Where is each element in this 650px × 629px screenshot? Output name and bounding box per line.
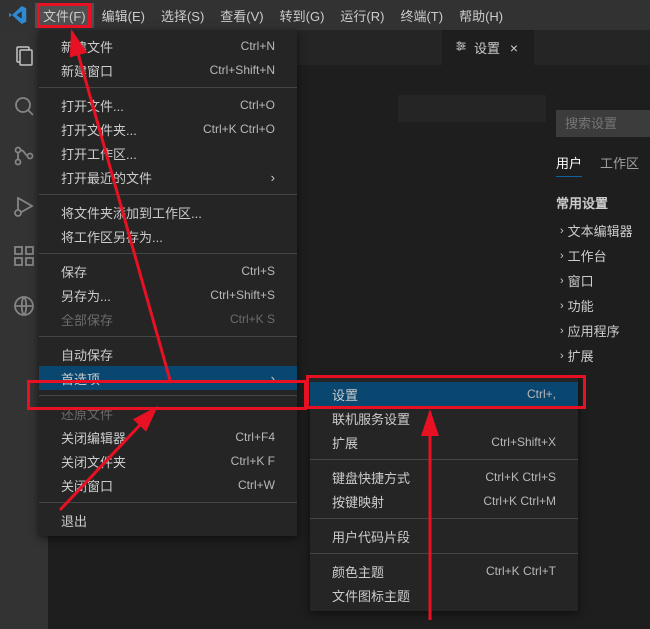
chevron-right-icon: › [560, 325, 564, 337]
chevron-right-icon: › [271, 371, 275, 386]
chevron-right-icon: › [560, 250, 564, 262]
menu-settings[interactable]: 设置Ctrl+, [310, 382, 578, 406]
tab-settings[interactable]: 设置 × [442, 30, 534, 65]
menu-file[interactable]: 文件(F) [35, 3, 94, 28]
menu-add-folder[interactable]: 将文件夹添加到工作区... [39, 200, 297, 224]
scope-tabs: 用户 工作区 [556, 153, 650, 177]
menu-save-workspace[interactable]: 将工作区另存为... [39, 224, 297, 248]
menu-open-workspace[interactable]: 打开工作区... [39, 141, 297, 165]
menu-open-folder[interactable]: 打开文件夹...Ctrl+K Ctrl+O [39, 117, 297, 141]
preferences-dropdown: 设置Ctrl+, 联机服务设置 扩展Ctrl+Shift+X 键盘快捷方式Ctr… [310, 378, 578, 611]
menu-open-recent[interactable]: 打开最近的文件› [39, 165, 297, 189]
menu-view[interactable]: 查看(V) [212, 3, 271, 28]
tree-item-workbench[interactable]: › 工作台 [556, 243, 650, 268]
menu-save-as[interactable]: 另存为...Ctrl+Shift+S [39, 283, 297, 307]
menu-edit[interactable]: 编辑(E) [94, 3, 153, 28]
scope-workspace[interactable]: 工作区 [600, 153, 639, 177]
menu-color-theme[interactable]: 颜色主题Ctrl+K Ctrl+T [310, 559, 578, 583]
chevron-right-icon: › [560, 225, 564, 237]
tree-label: 工作台 [568, 246, 607, 265]
vscode-icon [0, 6, 35, 24]
menu-run[interactable]: 运行(R) [332, 3, 392, 28]
menu-new-file[interactable]: 新建文件Ctrl+N [39, 34, 297, 58]
tree-item-features[interactable]: › 功能 [556, 293, 650, 318]
tree-head[interactable]: 常用设置 [556, 193, 650, 212]
menu-exit[interactable]: 退出 [39, 508, 297, 532]
menu-keyboard-shortcuts[interactable]: 键盘快捷方式Ctrl+K Ctrl+S [310, 465, 578, 489]
close-icon[interactable]: × [506, 40, 522, 56]
menu-close-editor[interactable]: 关闭编辑器Ctrl+F4 [39, 425, 297, 449]
settings-tree: 常用设置 › 文本编辑器 › 工作台 › 窗口 › 功能 › 应用程序 › 扩展 [556, 193, 650, 368]
menu-preferences[interactable]: 首选项› [39, 366, 297, 390]
menu-open-file[interactable]: 打开文件...Ctrl+O [39, 93, 297, 117]
tree-label: 窗口 [568, 271, 594, 290]
tree-item-application[interactable]: › 应用程序 [556, 318, 650, 343]
chevron-right-icon: › [560, 275, 564, 287]
search-input[interactable] [556, 110, 650, 137]
titlebar: 文件(F) 编辑(E) 选择(S) 查看(V) 转到(G) 运行(R) 终端(T… [0, 0, 650, 30]
settings-tab-icon [454, 39, 468, 56]
menu-close-folder[interactable]: 关闭文件夹Ctrl+K F [39, 449, 297, 473]
breadcrumb-strip [398, 95, 546, 122]
menu-go[interactable]: 转到(G) [272, 3, 333, 28]
menubar: 文件(F) 编辑(E) 选择(S) 查看(V) 转到(G) 运行(R) 终端(T… [35, 3, 511, 28]
menu-auto-save[interactable]: 自动保存 [39, 342, 297, 366]
chevron-right-icon: › [271, 170, 275, 185]
tree-item-text-editor[interactable]: › 文本编辑器 [556, 218, 650, 243]
tree-label: 功能 [568, 296, 594, 315]
file-dropdown: 新建文件Ctrl+N 新建窗口Ctrl+Shift+N 打开文件...Ctrl+… [39, 30, 297, 536]
menu-icon-theme[interactable]: 文件图标主题 [310, 583, 578, 607]
menu-terminal[interactable]: 终端(T) [392, 3, 451, 28]
menu-select[interactable]: 选择(S) [153, 3, 212, 28]
menu-extensions[interactable]: 扩展Ctrl+Shift+X [310, 430, 578, 454]
tree-label: 文本编辑器 [568, 221, 633, 240]
scope-user[interactable]: 用户 [556, 153, 582, 177]
menu-revert: 还原文件 [39, 401, 297, 425]
menu-keymap[interactable]: 按键映射Ctrl+K Ctrl+M [310, 489, 578, 513]
tab-label: 设置 [474, 38, 500, 57]
menu-save-all: 全部保存Ctrl+K S [39, 307, 297, 331]
menu-save[interactable]: 保存Ctrl+S [39, 259, 297, 283]
tree-item-window[interactable]: › 窗口 [556, 268, 650, 293]
tree-item-extensions[interactable]: › 扩展 [556, 343, 650, 368]
chevron-right-icon: › [560, 350, 564, 362]
menu-new-window[interactable]: 新建窗口Ctrl+Shift+N [39, 58, 297, 82]
tree-label: 扩展 [568, 346, 594, 365]
settings-panel: 用户 工作区 常用设置 › 文本编辑器 › 工作台 › 窗口 › 功能 › 应用程序 › 扩… [556, 110, 650, 368]
menu-online-services[interactable]: 联机服务设置 [310, 406, 578, 430]
menu-close-window[interactable]: 关闭窗口Ctrl+W [39, 473, 297, 497]
chevron-right-icon: › [560, 300, 564, 312]
menu-help[interactable]: 帮助(H) [451, 3, 511, 28]
menu-user-snippets[interactable]: 用户代码片段 [310, 524, 578, 548]
tree-label: 应用程序 [568, 321, 620, 340]
